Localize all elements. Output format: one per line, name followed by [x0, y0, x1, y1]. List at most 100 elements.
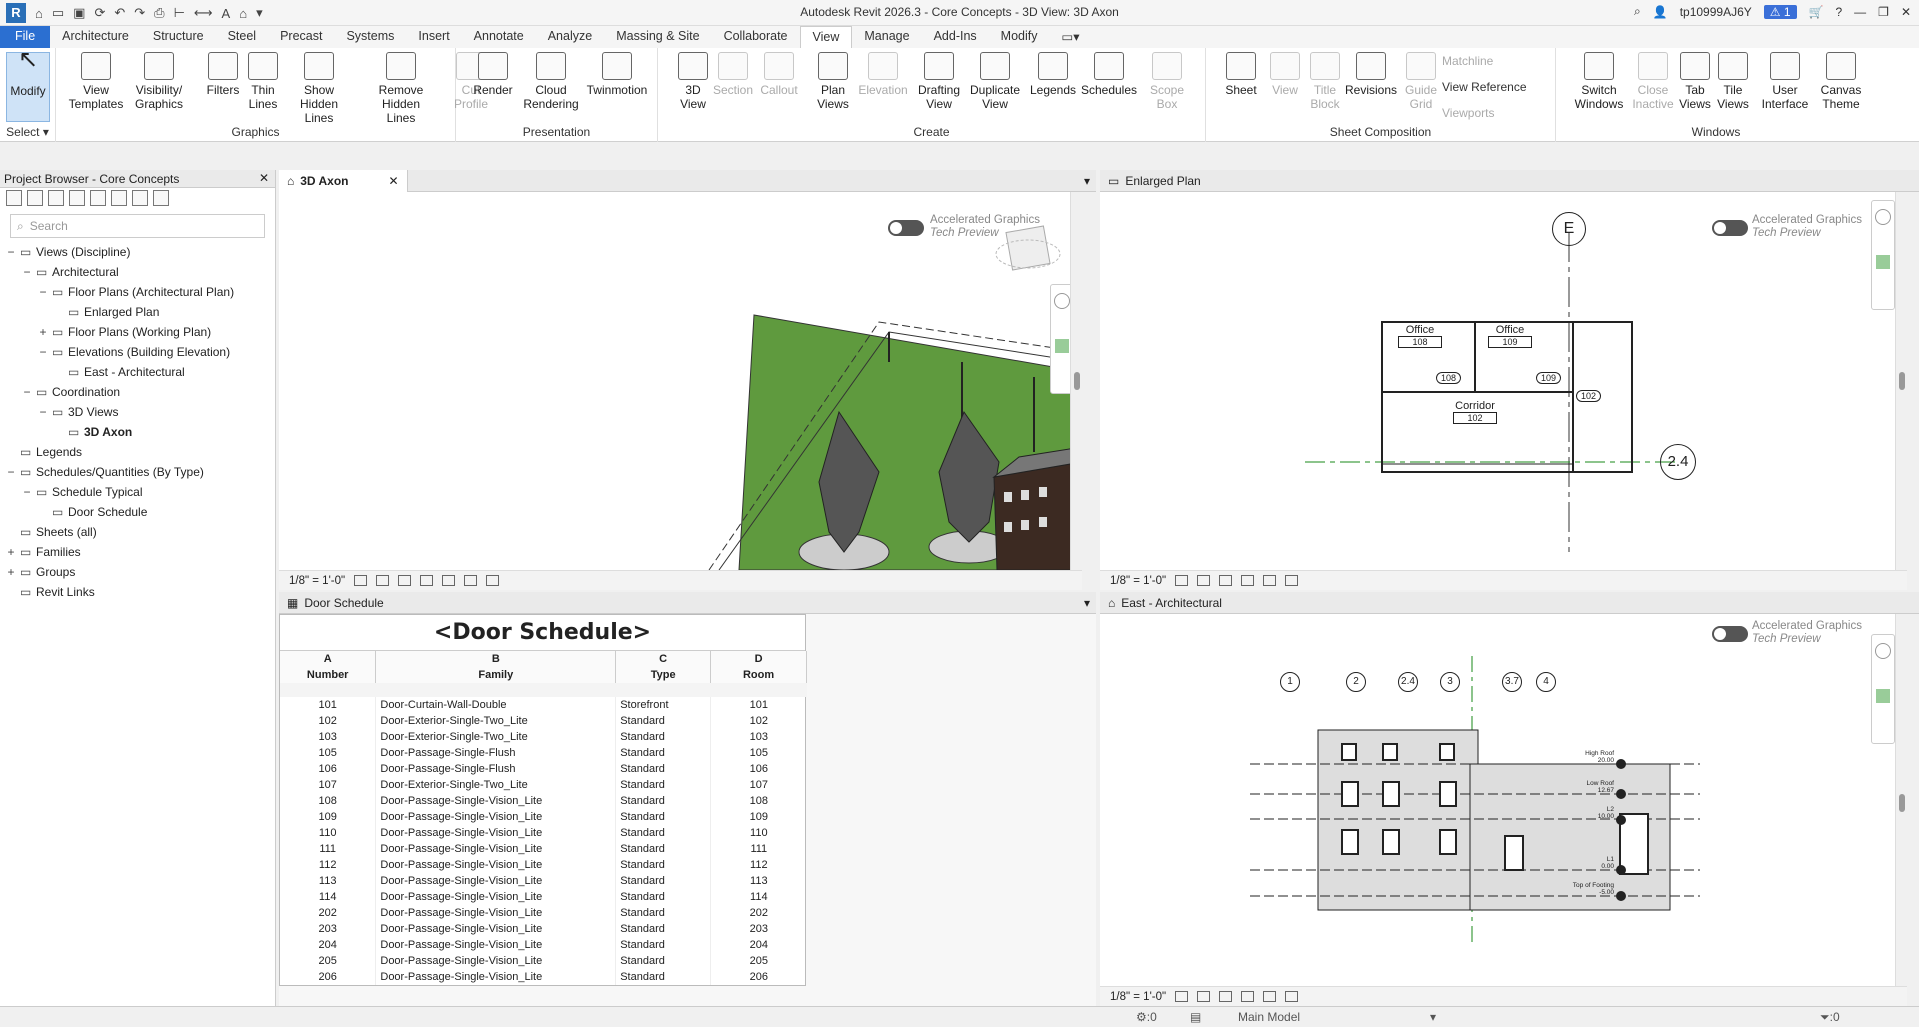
schedule-cell[interactable]: 111: [711, 841, 807, 857]
schedule-cell[interactable]: Storefront: [615, 697, 712, 713]
schedule-cell[interactable]: 108: [280, 793, 377, 809]
tab-annotate[interactable]: Annotate: [462, 26, 536, 48]
schedule-cell[interactable]: Door-Passage-Single-Vision_Lite: [375, 937, 617, 953]
browser-node-enlarged-plan[interactable]: ▭ Enlarged Plan: [0, 302, 275, 322]
schedule-row[interactable]: 112 Door-Passage-Single-Vision_Lite Standa…: [280, 857, 807, 873]
accelerated-graphics-toggle[interactable]: [888, 220, 924, 236]
room-tag-corridor-102[interactable]: Corridor 102: [1440, 400, 1510, 424]
schedule-cell[interactable]: Standard: [615, 713, 712, 729]
detail-level-icon[interactable]: [354, 575, 368, 586]
schedule-row[interactable]: 102 Door-Exterior-Single-Two_Lite Standard…: [280, 713, 807, 729]
tab-analyze[interactable]: Analyze: [536, 26, 604, 48]
sun-path-icon[interactable]: [1219, 991, 1233, 1002]
canvas-theme-button[interactable]: Canvas Theme: [1806, 52, 1876, 111]
collapse-icon[interactable]: −: [22, 482, 32, 502]
close-icon[interactable]: ✕: [259, 171, 269, 185]
hide-icon[interactable]: [1285, 575, 1299, 586]
schedule-column-letters[interactable]: ABCD: [280, 651, 807, 667]
expand-icon[interactable]: +: [38, 322, 48, 342]
tab-collaborate[interactable]: Collaborate: [712, 26, 800, 48]
schedule-cell[interactable]: D: [710, 651, 807, 667]
schedule-row[interactable]: 105 Door-Passage-Single-Flush Standard 105: [280, 745, 807, 761]
schedule-row[interactable]: 114 Door-Passage-Single-Vision_Lite Standa…: [280, 889, 807, 905]
door-tag-109[interactable]: 109: [1536, 372, 1562, 384]
tab-file[interactable]: File: [0, 26, 51, 48]
vertical-scrollbar[interactable]: [1895, 192, 1907, 570]
zoom-icon[interactable]: [1876, 255, 1890, 269]
schedule-cell[interactable]: 103: [280, 729, 377, 745]
schedule-cell[interactable]: 110: [711, 825, 807, 841]
schedule-cell[interactable]: Family: [375, 667, 617, 683]
visual-style-icon[interactable]: [1197, 575, 1211, 586]
home-icon[interactable]: [6, 190, 22, 206]
visual-style-icon[interactable]: [376, 575, 390, 586]
schedule-cell[interactable]: Door-Passage-Single-Vision_Lite: [375, 857, 617, 873]
schedule-cell[interactable]: Door-Passage-Single-Vision_Lite: [375, 873, 617, 889]
crop-icon[interactable]: [1263, 575, 1277, 586]
schedule-cell[interactable]: 107: [711, 777, 807, 793]
tab-massing-site[interactable]: Massing & Site: [604, 26, 711, 48]
collapse-icon[interactable]: −: [38, 402, 48, 422]
browser-node-schedules-quantities-by-type[interactable]: − ▭ Schedules/Quantities (By Type): [0, 462, 275, 482]
sheet-icon[interactable]: [111, 190, 127, 206]
browser-node-floor-plans-working-plan[interactable]: + ▭ Floor Plans (Working Plan): [0, 322, 275, 342]
room-tag-office-109[interactable]: Office 109: [1480, 324, 1540, 348]
view-scale[interactable]: 1/8" = 1'-0": [1110, 575, 1166, 587]
schedule-cell[interactable]: 206: [711, 969, 807, 985]
grid-bubble[interactable]: 4: [1536, 672, 1556, 692]
tab-insert[interactable]: Insert: [406, 26, 461, 48]
schedule-cell[interactable]: B: [375, 651, 617, 667]
filter-icon[interactable]: ⏷:0: [1820, 1010, 1840, 1025]
group-icon[interactable]: [132, 190, 148, 206]
room-tag-office-108[interactable]: Office 108: [1390, 324, 1450, 348]
schedule-cell[interactable]: 108: [711, 793, 807, 809]
schedule-cell[interactable]: Standard: [615, 953, 712, 969]
expand-icon[interactable]: +: [6, 542, 16, 562]
schedule-row[interactable]: 107 Door-Exterior-Single-Two_Lite Standard…: [280, 777, 807, 793]
schedule-cell[interactable]: Standard: [615, 745, 712, 761]
browser-node-elevations-building-elevation[interactable]: − ▭ Elevations (Building Elevation): [0, 342, 275, 362]
tab-systems[interactable]: Systems: [334, 26, 406, 48]
grid-bubble-2-4[interactable]: 2.4: [1660, 444, 1696, 480]
schedule-cell[interactable]: Number: [280, 667, 377, 683]
schedule-row[interactable]: 205 Door-Passage-Single-Vision_Lite Standa…: [280, 953, 807, 969]
schedule-cell[interactable]: Standard: [615, 857, 712, 873]
zoom-icon[interactable]: [1055, 339, 1069, 353]
schedule-cell[interactable]: Standard: [615, 921, 712, 937]
user-name[interactable]: tp10999AJ6Y: [1680, 5, 1752, 19]
project-browser-search[interactable]: ⌕ Search: [10, 214, 265, 238]
shadows-icon[interactable]: [1241, 991, 1255, 1002]
schedule-cell[interactable]: Standard: [615, 969, 712, 985]
browser-node-sheets-all[interactable]: ▭ Sheets (all): [0, 522, 275, 542]
detail-level-icon[interactable]: [1175, 575, 1189, 586]
schedule-cell[interactable]: 114: [711, 889, 807, 905]
schedule-cell[interactable]: 107: [280, 777, 377, 793]
collapse-icon[interactable]: −: [22, 382, 32, 402]
accelerated-graphics-toggle[interactable]: [1712, 626, 1748, 642]
schedule-cell[interactable]: Room: [710, 667, 807, 683]
schedule-cell[interactable]: Door-Passage-Single-Vision_Lite: [375, 905, 617, 921]
schedule-cell[interactable]: 205: [280, 953, 377, 969]
expand-icon[interactable]: +: [6, 562, 16, 582]
schedule-cell[interactable]: 102: [280, 713, 377, 729]
schedule-cell[interactable]: 111: [280, 841, 377, 857]
user-icon[interactable]: 👤: [1653, 5, 1668, 19]
vertical-scrollbar[interactable]: [1895, 614, 1907, 986]
schedule-cell[interactable]: 113: [711, 873, 807, 889]
browser-node-architectural[interactable]: − ▭ Architectural: [0, 262, 275, 282]
panel-title-select[interactable]: Select ▾: [0, 125, 55, 139]
cloud-rendering-button[interactable]: Cloud Rendering: [516, 52, 586, 111]
view-templates-button[interactable]: View Templates: [61, 52, 131, 111]
schedule-cell[interactable]: Door-Passage-Single-Vision_Lite: [375, 921, 617, 937]
browser-node-floor-plans-architectural-plan[interactable]: − ▭ Floor Plans (Architectural Plan): [0, 282, 275, 302]
schedule-cell[interactable]: 109: [711, 809, 807, 825]
schedule-row[interactable]: 204 Door-Passage-Single-Vision_Lite Standa…: [280, 937, 807, 953]
schedule-cell[interactable]: Door-Exterior-Single-Two_Lite: [375, 729, 617, 745]
schedule-cell[interactable]: 112: [280, 857, 377, 873]
detail-level-icon[interactable]: [1175, 991, 1189, 1002]
schedule-cell[interactable]: 112: [711, 857, 807, 873]
schedule-cell[interactable]: 204: [711, 937, 807, 953]
hide-icon[interactable]: [1285, 991, 1299, 1002]
chevron-down-icon[interactable]: ▾: [1084, 596, 1090, 610]
schedule-cell[interactable]: Door-Passage-Single-Vision_Lite: [375, 825, 617, 841]
